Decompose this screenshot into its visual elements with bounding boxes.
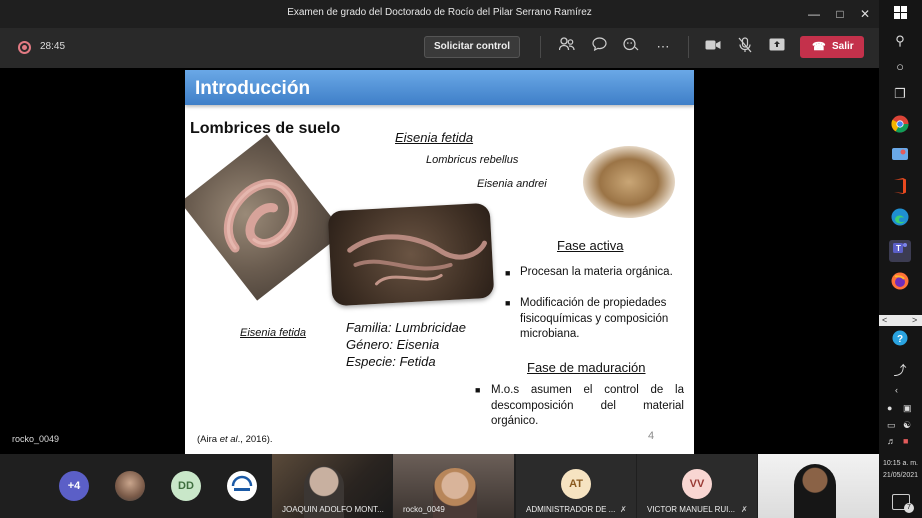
notification-center-icon[interactable]: 7 [892,494,914,513]
taskbar-time[interactable]: 10:15 a. m. [879,460,922,467]
participant-avatar[interactable]: DD [171,471,201,501]
windows-taskbar: ⚲ ○ ❐ T < > ? ⤴ ‹ ● ▣ ▭ ☯ ♬ ■ 10:15 a. m… [879,0,922,518]
window-title: Examen de grado del Doctorado de Rocío d… [287,7,592,18]
show-hidden-icons-icon[interactable]: ‹ [895,385,898,395]
maximize-icon[interactable]: □ [826,0,854,28]
hang-up-icon: ☎ [812,41,826,53]
microphone-muted-icon[interactable] [734,37,756,57]
photo-caption: Eisenia fetida [240,327,307,339]
participant-name: rocko_0049 [403,505,445,514]
maturation-phase-heading: Fase de maduración [527,360,646,375]
close-icon[interactable]: ✕ [851,0,879,28]
citation-suffix: ., 2016). [237,434,273,445]
taxonomy-family: Familia: Lumbricidae [346,320,466,335]
muted-icon: ✗ [620,505,627,514]
app-icon[interactable] [889,146,911,168]
participant-avatar[interactable] [115,471,145,501]
participants-row: +4 DD JOAQUIN ADOLFO MONT... rocko_0049 … [0,454,879,518]
title-bar: Examen de grado del Doctorado de Rocío d… [0,0,879,28]
chat-icon[interactable] [588,37,610,57]
citation: (Aira et al., 2016). [197,434,273,445]
active-phase-bullet: Procesan la materia orgánica. [520,266,673,278]
device-icon[interactable]: ▣ [903,403,912,414]
participant-video-tile[interactable]: JOAQUIN ADOLFO MONT... [272,454,392,518]
microphone-icon[interactable]: ● [887,403,892,413]
slide-title: Introducción [195,78,311,99]
maturation-phase-bullet: M.o.s asumen el control de la descomposi… [491,384,684,427]
participant-video-tile[interactable]: rocko_0049 [393,454,514,518]
citation-italic: et al [219,434,238,445]
leave-button[interactable]: ☎ Salir [800,36,864,58]
pin-icon[interactable]: ⤴ [889,360,911,382]
slide-header: Introducción [185,70,694,105]
battery-icon[interactable]: ▭ [887,420,896,431]
overflow-participants-badge[interactable]: +4 [59,471,89,501]
species-item: Lombricus rebellus [426,154,519,166]
species-heading: Eisenia fetida [395,130,474,145]
presentation-slide: Introducción Lombrices de suelo Eisenia … [185,70,694,454]
network-icon[interactable]: ☯ [903,420,911,431]
worm-photo-1 [185,134,344,301]
active-phase-bullet: Modificación de propiedades fisicoquímic… [520,297,669,340]
shared-screen-stage: Introducción Lombrices de suelo Eisenia … [0,68,879,454]
participant-tile[interactable]: AT ADMINISTRADOR DE ... ✗ [516,454,636,518]
share-screen-icon[interactable] [766,37,788,57]
participant-name: JOAQUIN ADOLFO MONT... [282,505,384,514]
help-icon[interactable]: ? [889,330,911,352]
leave-button-label: Salir [832,41,854,52]
camera-icon[interactable] [702,37,724,57]
teams-icon[interactable]: T [889,240,911,262]
muted-icon: ✗ [741,505,748,514]
taxonomy-genus: Género: Eisenia [346,337,440,352]
meeting-toolbar: 28:45 Solicitar control ⋯ ☎ Salir [0,28,879,68]
taxonomy-species: Especie: Fetida [346,354,436,369]
volume-icon[interactable]: ♬ [887,436,896,446]
worm-photo-2 [327,202,495,307]
minimize-icon[interactable]: — [800,0,828,28]
more-options-icon[interactable]: ⋯ [652,37,674,57]
tray-right-arrow-icon[interactable]: > [912,315,917,325]
page-number: 4 [648,430,655,442]
compost-photo [583,146,675,218]
participant-avatar: VV [682,469,712,499]
participant-avatar: AT [561,469,591,499]
taskbar-date[interactable]: 21/05/2021 [879,472,922,479]
tray-left-arrow-icon[interactable]: < [882,315,887,325]
chrome-icon[interactable] [889,115,911,137]
cortana-icon[interactable]: ○ [889,56,911,78]
firefox-icon[interactable] [889,272,911,294]
active-phase-heading: Fase activa [557,238,624,253]
citation-prefix: (Aira [197,434,220,445]
participant-name: ADMINISTRADOR DE ... [526,505,616,514]
toolbar-divider [540,36,541,58]
bullet-icon: ■ [505,268,511,278]
office-icon[interactable] [889,177,911,199]
toolbar-divider [688,36,689,58]
recording-icon [18,41,31,54]
svg-text:T: T [896,244,901,253]
bullet-icon: ■ [475,385,481,395]
bullet-icon: ■ [505,298,511,308]
request-control-button[interactable]: Solicitar control [424,36,520,58]
notification-count-badge: 7 [904,503,914,513]
antivirus-icon[interactable]: ■ [903,436,908,446]
windows-start-icon[interactable] [889,4,911,26]
species-item: Eisenia andrei [477,178,547,190]
participants-icon[interactable] [556,37,578,57]
reactions-icon[interactable] [620,37,642,57]
participant-tile[interactable]: VV VICTOR MANUEL RUI... ✗ [637,454,757,518]
svg-text:?: ? [897,334,903,345]
meeting-timer: 28:45 [40,41,66,52]
participant-name: VICTOR MANUEL RUI... [647,505,736,514]
task-view-icon[interactable]: ❐ [889,83,911,105]
self-figure [794,464,836,518]
self-video-tile[interactable] [758,454,879,518]
edge-icon[interactable] [889,208,911,230]
search-icon[interactable]: ⚲ [889,30,911,52]
participant-logo-avatar[interactable] [227,471,257,501]
presenter-name: rocko_0049 [12,434,60,444]
